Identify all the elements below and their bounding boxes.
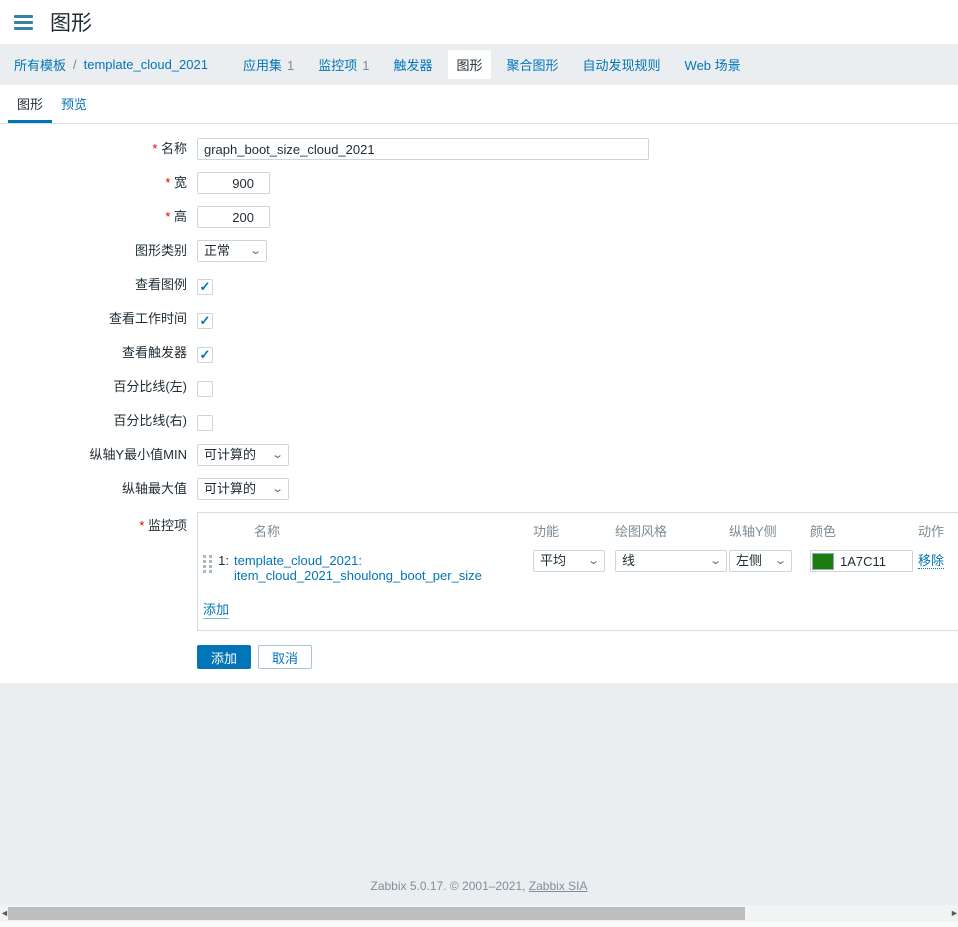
nav-item-web-scenarios[interactable]: Web 场景 <box>677 50 749 79</box>
chevron-down-icon: ⌄ <box>774 556 787 566</box>
items-label: 监控项 <box>0 512 197 534</box>
item-remove-link[interactable]: 移除 <box>918 553 944 569</box>
form-row-show-working-time: 查看工作时间 ✓ <box>0 308 958 330</box>
graph-type-label: 图形类别 <box>0 240 197 262</box>
chevron-down-icon: ⌄ <box>709 556 722 566</box>
scrollbar-track[interactable]: ◄ ► <box>0 905 958 922</box>
color-hex-value: 1A7C11 <box>840 554 886 569</box>
tab-bar: 图形 预览 <box>0 85 958 124</box>
cancel-button[interactable]: 取消 <box>258 645 312 669</box>
item-y-side-select[interactable]: 左侧 ⌄ <box>729 550 792 572</box>
form-row-width: 宽 <box>0 172 958 194</box>
applications-count: 1 <box>287 58 294 73</box>
y-axis-min-select[interactable]: 可计算的 ⌄ <box>197 444 289 466</box>
nav-item-graphs[interactable]: 图形 <box>448 50 490 79</box>
breadcrumb-nav-bar: 所有模板 / template_cloud_2021 应用集1 监控项1 触发器… <box>0 44 958 85</box>
chevron-down-icon: ⌄ <box>587 556 600 566</box>
percentile-right-label: 百分比线(右) <box>0 410 197 432</box>
top-header: 图形 <box>0 0 958 44</box>
item-row: 1: template_cloud_2021: item_cloud_2021_… <box>203 546 958 589</box>
item-color-picker[interactable]: 1A7C11 <box>810 550 913 572</box>
form-row-percentile-right: 百分比线(右) ✓ <box>0 410 958 432</box>
nav-item-discovery-rules[interactable]: 自动发现规则 <box>575 50 669 79</box>
y-axis-max-label: 纵轴最大值 <box>0 478 197 500</box>
show-triggers-label: 查看触发器 <box>0 342 197 364</box>
form-row-y-axis-max: 纵轴最大值 可计算的 ⌄ <box>0 478 958 500</box>
color-swatch <box>812 553 834 570</box>
tab-preview[interactable]: 预览 <box>52 85 96 123</box>
column-header-y-side: 纵轴Y侧 <box>729 521 810 540</box>
page-background: Zabbix 5.0.17. © 2001–2021, Zabbix SIA <box>0 683 958 905</box>
scroll-left-icon[interactable]: ◄ <box>0 908 8 919</box>
template-section-nav: 应用集1 监控项1 触发器 图形 聚合图形 自动发现规则 Web 场景 <box>235 50 757 79</box>
column-header-color: 颜色 <box>810 521 918 540</box>
column-header-name: 名称 <box>234 521 533 540</box>
zabbix-sia-link[interactable]: Zabbix SIA <box>529 879 588 893</box>
scroll-right-icon[interactable]: ► <box>950 908 958 919</box>
items-table: 名称 功能 绘图风格 纵轴Y侧 颜色 动作 1: <box>197 512 958 631</box>
y-axis-min-label: 纵轴Y最小值MIN <box>0 444 197 466</box>
show-triggers-checkbox[interactable]: ✓ <box>197 347 213 363</box>
breadcrumb-template-link[interactable]: template_cloud_2021 <box>84 57 208 72</box>
item-row-number: 1: <box>218 553 234 568</box>
hamburger-menu-icon[interactable] <box>14 15 33 30</box>
items-add-row: 添加 <box>203 589 958 630</box>
drag-handle-icon[interactable] <box>203 555 212 575</box>
item-function-select[interactable]: 平均 ⌄ <box>533 550 605 572</box>
checkmark-icon: ✓ <box>200 280 211 293</box>
chevron-down-icon: ⌄ <box>249 246 262 256</box>
horizontal-scrollbar[interactable]: ◄ ► <box>0 905 958 927</box>
scrollbar-thumb[interactable] <box>8 907 745 920</box>
form-row-percentile-left: 百分比线(左) ✓ <box>0 376 958 398</box>
checkmark-icon: ✓ <box>200 348 211 361</box>
chevron-down-icon: ⌄ <box>271 484 284 494</box>
name-label: 名称 <box>0 138 197 160</box>
name-input[interactable] <box>197 138 649 160</box>
form-row-items: 监控项 名称 功能 绘图风格 纵轴Y侧 颜色 动作 <box>0 512 958 631</box>
item-name-link[interactable]: template_cloud_2021: item_cloud_2021_sho… <box>234 553 521 583</box>
form-row-height: 高 <box>0 206 958 228</box>
tab-graph[interactable]: 图形 <box>8 85 52 123</box>
column-header-action: 动作 <box>918 521 958 540</box>
percentile-right-checkbox[interactable]: ✓ <box>197 415 213 431</box>
footer-version-text: Zabbix 5.0.17. © 2001–2021, <box>371 879 529 893</box>
percentile-left-checkbox[interactable]: ✓ <box>197 381 213 397</box>
items-count: 1 <box>362 58 369 73</box>
show-working-time-label: 查看工作时间 <box>0 308 197 330</box>
checkmark-icon: ✓ <box>200 314 211 327</box>
show-legend-label: 查看图例 <box>0 274 197 296</box>
column-header-function: 功能 <box>533 521 615 540</box>
form-row-show-legend: 查看图例 ✓ <box>0 274 958 296</box>
form-row-graph-type: 图形类别 正常 ⌄ <box>0 240 958 262</box>
graph-type-select[interactable]: 正常 ⌄ <box>197 240 267 262</box>
footer: Zabbix 5.0.17. © 2001–2021, Zabbix SIA <box>371 879 588 893</box>
breadcrumb-all-templates-link[interactable]: 所有模板 <box>14 55 66 74</box>
add-button[interactable]: 添加 <box>197 645 251 669</box>
page-title: 图形 <box>50 7 92 37</box>
column-header-draw-style: 绘图风格 <box>615 521 729 540</box>
form-row-name: 名称 <box>0 138 958 160</box>
width-input[interactable] <box>197 172 270 194</box>
breadcrumb-separator: / <box>73 57 77 72</box>
graph-form: 名称 宽 高 图形类别 正常 ⌄ 查看图例 ✓ <box>0 124 958 683</box>
y-axis-max-select[interactable]: 可计算的 ⌄ <box>197 478 289 500</box>
nav-item-items[interactable]: 监控项1 <box>310 50 377 79</box>
nav-item-applications[interactable]: 应用集1 <box>235 50 302 79</box>
show-working-time-checkbox[interactable]: ✓ <box>197 313 213 329</box>
form-row-show-triggers: 查看触发器 ✓ <box>0 342 958 364</box>
height-input[interactable] <box>197 206 270 228</box>
form-row-y-axis-min: 纵轴Y最小值MIN 可计算的 ⌄ <box>0 444 958 466</box>
nav-item-screens[interactable]: 聚合图形 <box>499 50 567 79</box>
item-draw-style-select[interactable]: 线 ⌄ <box>615 550 727 572</box>
width-label: 宽 <box>0 172 197 194</box>
nav-item-triggers[interactable]: 触发器 <box>385 50 440 79</box>
chevron-down-icon: ⌄ <box>271 450 284 460</box>
show-legend-checkbox[interactable]: ✓ <box>197 279 213 295</box>
item-name: template_cloud_2021: item_cloud_2021_sho… <box>234 553 533 583</box>
form-buttons-row: 添加 取消 <box>0 645 958 669</box>
height-label: 高 <box>0 206 197 228</box>
item-add-link[interactable]: 添加 <box>203 602 229 619</box>
percentile-left-label: 百分比线(左) <box>0 376 197 398</box>
items-table-header: 名称 功能 绘图风格 纵轴Y侧 颜色 动作 <box>203 513 958 546</box>
